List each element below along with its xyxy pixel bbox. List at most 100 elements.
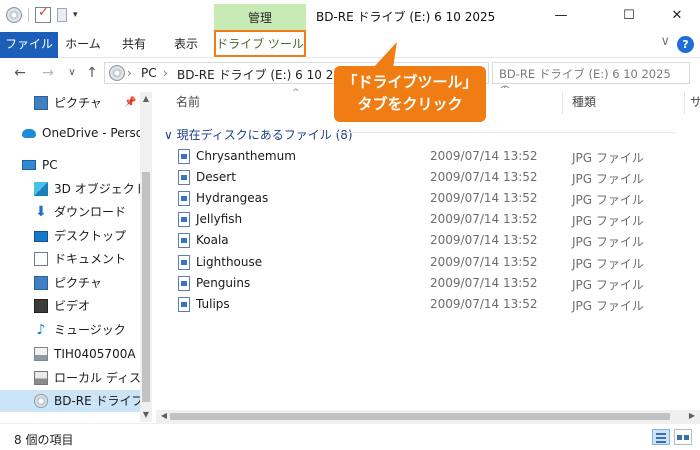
details-view-icon xyxy=(656,433,666,435)
ribbon-tabs: ファイル ホーム 共有 表示 ドライブ ツール ∨ ? xyxy=(0,32,700,58)
file-name: Jellyfish xyxy=(196,212,243,226)
sidebar-item-label: ピクチャ xyxy=(54,96,102,110)
sidebar-item-pc[interactable]: PC xyxy=(0,154,140,176)
group-header[interactable]: ∨ 現在ディスクにあるファイル (8) xyxy=(164,126,353,143)
window-title: BD-RE ドライブ (E:) 6 10 2025 xyxy=(316,10,496,24)
jpg-file-icon xyxy=(178,233,190,248)
horizontal-scrollbar[interactable]: ◀ ▶ xyxy=(156,410,700,423)
file-name: Penguins xyxy=(196,276,251,290)
sidebar-item-music[interactable]: ♪ ミュージック xyxy=(0,319,140,341)
scrollbar-thumb[interactable] xyxy=(142,172,150,402)
videos-icon xyxy=(34,299,48,313)
sidebar-item-label: ピクチャ xyxy=(54,276,102,290)
file-type: JPG ファイル xyxy=(572,235,644,249)
tab-home[interactable]: ホーム xyxy=(62,32,104,58)
new-folder-icon[interactable] xyxy=(57,8,67,22)
file-name: Tulips xyxy=(196,297,230,311)
list-item[interactable]: Hydrangeas 2009/07/14 13:52 JPG ファイル xyxy=(176,188,676,209)
sidebar-item-3d-objects[interactable]: 3D オブジェクト xyxy=(0,178,140,200)
jpg-file-icon xyxy=(178,297,190,312)
sidebar-item-videos[interactable]: ビデオ xyxy=(0,295,140,317)
pictures-icon xyxy=(34,276,48,290)
scroll-right-icon[interactable]: ▶ xyxy=(686,411,698,420)
scrollbar-thumb[interactable] xyxy=(170,413,670,420)
file-name: Desert xyxy=(196,170,236,184)
recent-locations-button[interactable]: ∨ xyxy=(62,63,82,83)
file-type: JPG ファイル xyxy=(572,278,644,292)
quick-access-toolbar: ▾ xyxy=(6,5,78,23)
search-box[interactable]: BD-RE ドライブ (E:) 6 10 2025の... xyxy=(492,62,690,97)
sidebar-item-label: PC xyxy=(42,158,58,172)
sidebar-item-label: ビデオ xyxy=(54,299,91,313)
tab-view[interactable]: 表示 xyxy=(164,32,208,58)
jpg-file-icon xyxy=(178,212,190,227)
sidebar-item-desktop[interactable]: デスクトップ xyxy=(0,225,140,247)
crumb-separator: › xyxy=(127,66,132,80)
item-count: 8 個の項目 xyxy=(14,433,74,447)
column-divider[interactable] xyxy=(562,92,563,114)
column-header-name[interactable]: 名前 xyxy=(176,93,200,110)
jpg-file-icon xyxy=(178,170,190,185)
chevron-down-icon[interactable]: ∨ xyxy=(164,128,173,142)
file-list: ^ 名前 種類 サ ∨ 現在ディスクにあるファイル (8) Chrysanthe… xyxy=(156,88,700,422)
sidebar-item-label: 3D オブジェクト xyxy=(54,182,140,196)
navigation-scrollbar[interactable]: ▲ ▼ xyxy=(140,92,152,422)
scroll-down-icon[interactable]: ▼ xyxy=(140,410,152,419)
pin-icon[interactable]: 📌 xyxy=(124,92,136,114)
properties-icon[interactable] xyxy=(35,5,51,23)
list-item[interactable]: Tulips 2009/07/14 13:52 JPG ファイル xyxy=(176,294,676,315)
maximize-button[interactable]: ☐ xyxy=(606,0,652,32)
details-view-button[interactable] xyxy=(652,429,670,445)
back-button[interactable]: ← xyxy=(10,63,30,83)
sidebar-item-onedrive[interactable]: OneDrive - Person xyxy=(0,122,140,144)
help-icon[interactable]: ? xyxy=(677,36,694,53)
sidebar-item-local-disk[interactable]: ローカル ディスク (D xyxy=(0,367,140,389)
forward-button[interactable]: → xyxy=(38,63,58,83)
sidebar-item-bd-drive[interactable]: BD-RE ドライブ (E: xyxy=(0,390,140,412)
list-item[interactable]: Penguins 2009/07/14 13:52 JPG ファイル xyxy=(176,273,676,294)
sidebar-item-label: ドキュメント xyxy=(54,252,127,266)
jpg-file-icon xyxy=(178,149,190,164)
jpg-file-icon xyxy=(178,255,190,270)
list-item[interactable]: Koala 2009/07/14 13:52 JPG ファイル xyxy=(176,230,676,251)
sidebar-item-label: OneDrive - Person xyxy=(42,126,140,140)
breadcrumb-pc[interactable]: PC xyxy=(141,66,157,80)
close-button[interactable]: ✕ xyxy=(654,0,700,32)
file-type: JPG ファイル xyxy=(572,193,644,207)
minimize-button[interactable]: — xyxy=(538,0,584,32)
title-bar: ▾ 管理 BD-RE ドライブ (E:) 6 10 2025 — ☐ ✕ xyxy=(0,0,700,32)
tab-file[interactable]: ファイル xyxy=(0,32,58,58)
sidebar-item-label: TIH0405700A (C: xyxy=(54,347,140,361)
drive-disc-icon xyxy=(109,65,125,81)
list-item[interactable]: Chrysanthemum 2009/07/14 13:52 JPG ファイル xyxy=(176,146,676,167)
file-type: JPG ファイル xyxy=(572,172,644,186)
up-button[interactable]: ↑ xyxy=(82,63,102,83)
column-divider[interactable] xyxy=(684,92,685,114)
file-type: JPG ファイル xyxy=(572,151,644,165)
instruction-callout: 「ドライブツール」 タブをクリック xyxy=(334,66,486,122)
scroll-left-icon[interactable]: ◀ xyxy=(158,411,170,420)
downloads-icon: ⬇ xyxy=(35,204,47,220)
sidebar-item-downloads[interactable]: ⬇ ダウンロード xyxy=(0,201,140,223)
group-label: 現在ディスクにあるファイル (8) xyxy=(176,128,353,142)
file-name: Chrysanthemum xyxy=(196,149,296,163)
customize-toolbar-icon[interactable]: ▾ xyxy=(73,10,78,20)
breadcrumb-drive[interactable]: BD-RE ドライブ (E:) 6 10 2025 xyxy=(177,66,356,83)
column-header-size[interactable]: サ xyxy=(690,93,700,110)
list-item[interactable]: Desert 2009/07/14 13:52 JPG ファイル xyxy=(176,167,676,188)
large-icons-view-button[interactable] xyxy=(674,429,692,445)
sidebar-item-system-drive[interactable]: TIH0405700A (C: xyxy=(0,343,140,365)
tab-share[interactable]: 共有 xyxy=(112,32,156,58)
sidebar-item-pictures[interactable]: ピクチャ xyxy=(0,272,140,294)
file-date: 2009/07/14 13:52 xyxy=(430,233,538,247)
list-item[interactable]: Jellyfish 2009/07/14 13:52 JPG ファイル xyxy=(176,209,676,230)
column-header-type[interactable]: 種類 xyxy=(572,93,596,110)
expand-ribbon-icon[interactable]: ∨ xyxy=(660,34,670,49)
sidebar-item-documents[interactable]: ドキュメント xyxy=(0,248,140,270)
scroll-up-icon[interactable]: ▲ xyxy=(140,94,152,103)
file-date: 2009/07/14 13:52 xyxy=(430,255,538,269)
sidebar-item-pictures-quick[interactable]: ピクチャ 📌 xyxy=(0,92,140,114)
sidebar-item-label: ミュージック xyxy=(54,323,126,337)
list-item[interactable]: Lighthouse 2009/07/14 13:52 JPG ファイル xyxy=(176,252,676,273)
toolbar-separator xyxy=(28,8,29,22)
